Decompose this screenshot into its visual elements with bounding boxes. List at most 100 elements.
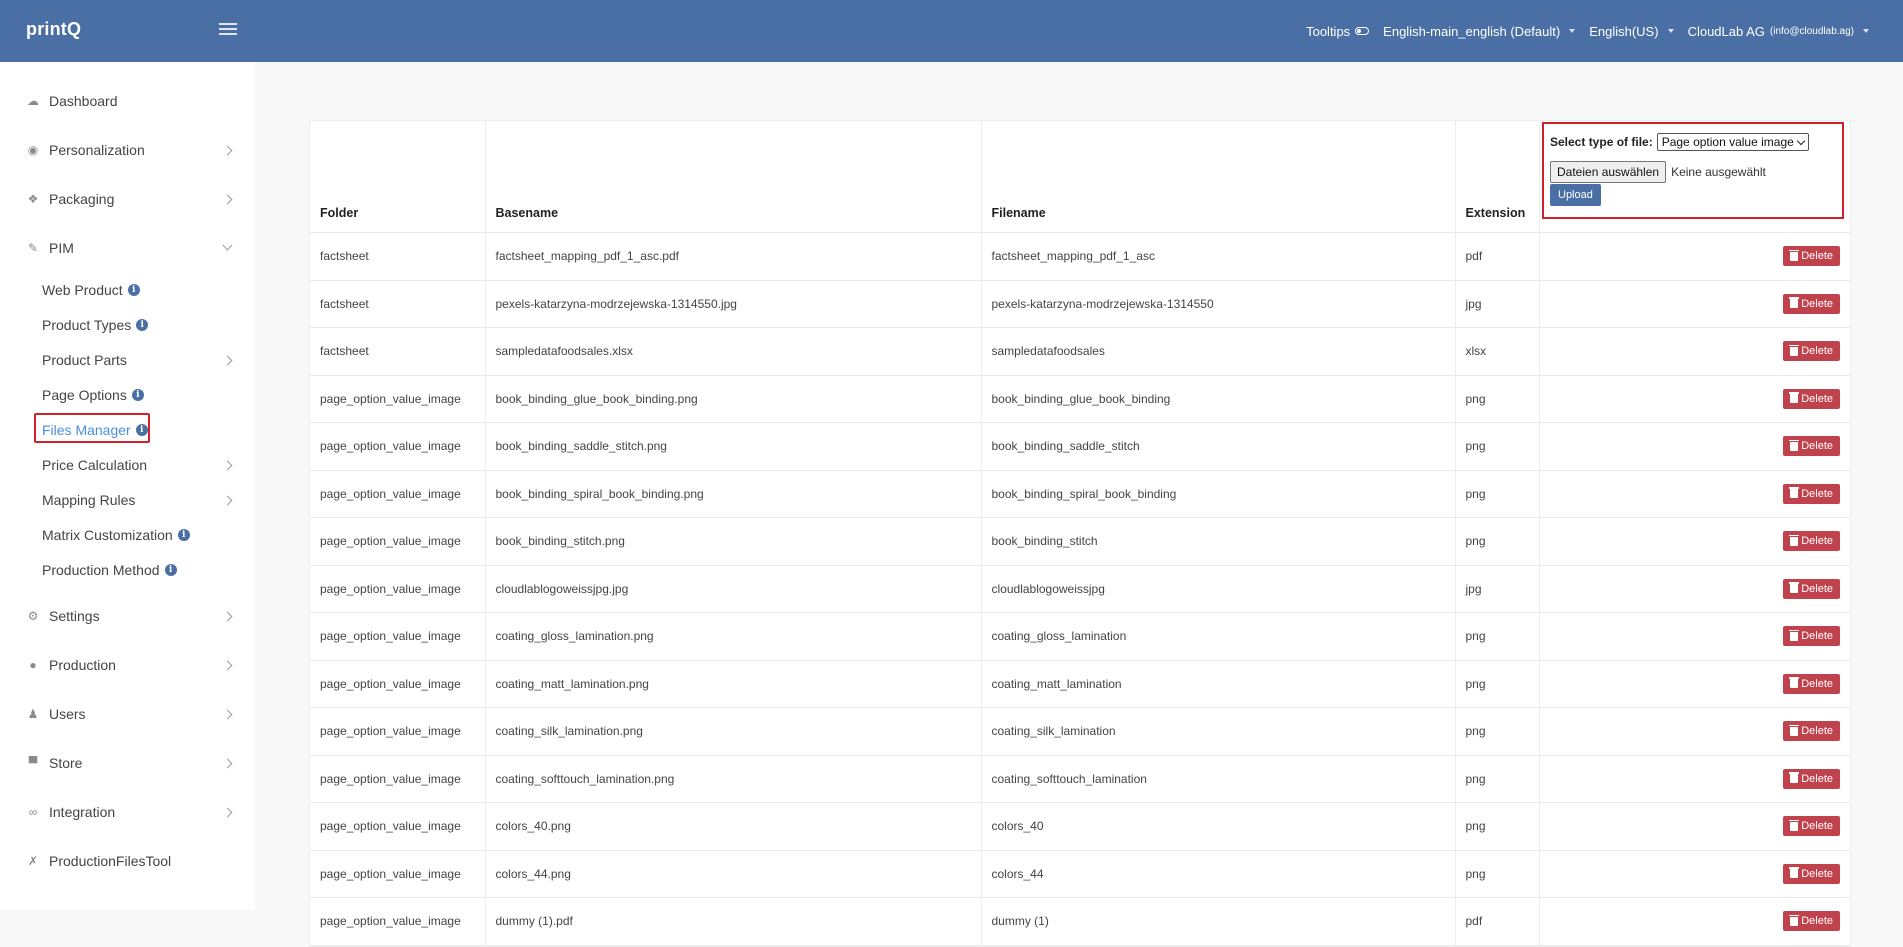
cell-basename: pexels-katarzyna-modrzejewska-1314550.jp…: [485, 280, 982, 328]
delete-label: Delete: [1801, 915, 1833, 928]
sidebar-subitem-production-method[interactable]: Production Method i: [42, 558, 231, 582]
sidebar-item-productionfilestool[interactable]: ✗ ProductionFilesTool: [26, 848, 231, 874]
sidebar-item-label: Settings: [49, 608, 100, 624]
trash-icon: [1789, 344, 1800, 356]
sidebar-item-dashboard[interactable]: ☁ Dashboard: [26, 88, 231, 114]
info-icon[interactable]: i: [127, 284, 140, 296]
cell-actions: Delete: [1539, 565, 1850, 613]
delete-button[interactable]: Delete: [1783, 246, 1840, 267]
locale-label: English(US): [1589, 23, 1659, 39]
sidebar-item-integration[interactable]: ∞ Integration: [26, 799, 233, 825]
delete-button[interactable]: Delete: [1783, 531, 1840, 552]
info-icon[interactable]: i: [131, 389, 144, 401]
chevron-down-icon: [222, 240, 233, 251]
locale-dropdown[interactable]: English(US): [1589, 23, 1674, 39]
production-icon: ●: [29, 658, 37, 672]
cell-filename: pexels-katarzyna-modrzejewska-1314550: [981, 280, 1456, 328]
sidebar-subitem-page-options[interactable]: Page Options i: [42, 383, 231, 407]
menu-toggle-icon[interactable]: [219, 20, 237, 38]
sidebar-item-settings[interactable]: ⚙ Settings: [26, 603, 233, 629]
pencil-icon: ✎: [27, 241, 39, 255]
toggle-icon[interactable]: [1355, 27, 1370, 35]
cell-filename: coating_silk_lamination: [981, 707, 1456, 756]
cell-actions: Delete: [1539, 897, 1850, 946]
cell-actions: Delete: [1539, 327, 1850, 376]
delete-button[interactable]: Delete: [1783, 388, 1840, 409]
delete-button[interactable]: Delete: [1783, 578, 1840, 599]
info-icon[interactable]: i: [164, 564, 177, 576]
column-header-extension[interactable]: Extension: [1455, 121, 1540, 233]
chevron-right-icon: [222, 460, 233, 470]
trash-icon: [1789, 582, 1800, 594]
cell-folder: page_option_value_image: [310, 612, 486, 661]
delete-label: Delete: [1801, 440, 1833, 453]
delete-button[interactable]: Delete: [1783, 483, 1840, 504]
link-icon: ∞: [28, 805, 38, 819]
cell-folder: page_option_value_image: [310, 470, 486, 518]
sidebar-subitem-product-types[interactable]: Product Types i: [42, 313, 231, 337]
delete-button[interactable]: Delete: [1783, 626, 1840, 647]
cell-extension: jpg: [1455, 280, 1540, 328]
cell-extension: pdf: [1455, 897, 1540, 946]
chevron-right-icon: [222, 807, 233, 817]
sidebar-item-pim[interactable]: ✎ PIM: [26, 235, 233, 261]
delete-button[interactable]: Delete: [1783, 721, 1840, 742]
table-row: page_option_value_image colors_40.png colo…: [310, 802, 1850, 851]
cart-icon: ▀: [28, 756, 38, 770]
delete-button[interactable]: Delete: [1783, 911, 1840, 932]
delete-button[interactable]: Delete: [1783, 436, 1840, 457]
cell-actions: Delete: [1539, 375, 1850, 423]
tooltips-label: Tooltips: [1306, 23, 1351, 39]
delete-label: Delete: [1801, 820, 1833, 833]
column-header-folder[interactable]: Folder: [310, 121, 486, 233]
sidebar-item-label: Integration: [49, 804, 116, 820]
cell-extension: png: [1455, 612, 1540, 661]
store-language-label: English-main_english (Default): [1383, 23, 1561, 39]
delete-label: Delete: [1801, 345, 1833, 358]
file-type-select[interactable]: Page option value image: [1656, 133, 1809, 151]
sidebar-subitem-web-product[interactable]: Web Product i: [42, 278, 231, 302]
cell-basename: book_binding_spiral_book_binding.png: [485, 470, 982, 518]
sidebar-subitem-mapping-rules[interactable]: Mapping Rules: [42, 488, 233, 512]
sidebar-item-store[interactable]: ▀ Store: [26, 750, 233, 776]
cell-actions: Delete: [1539, 470, 1850, 518]
account-dropdown[interactable]: CloudLab AG (info@cloudlab.ag): [1688, 24, 1869, 39]
cell-basename: dummy (1).pdf: [485, 897, 982, 946]
sidebar-subitem-product-parts[interactable]: Product Parts: [42, 348, 233, 372]
cell-extension: jpg: [1455, 565, 1540, 613]
delete-button[interactable]: Delete: [1783, 673, 1840, 694]
delete-button[interactable]: Delete: [1783, 863, 1840, 884]
table-row: page_option_value_image book_binding_sadd…: [310, 422, 1850, 471]
cell-filename: coating_softtouch_lamination: [981, 755, 1456, 803]
upload-button[interactable]: Upload: [1550, 184, 1601, 206]
sidebar-item-users[interactable]: ♟ Users: [26, 701, 233, 727]
delete-button[interactable]: Delete: [1783, 293, 1840, 314]
sidebar-subitem-label: Price Calculation: [42, 457, 148, 473]
trash-icon: [1789, 297, 1800, 309]
sidebar-subitem-price-calculation[interactable]: Price Calculation: [42, 453, 233, 477]
trash-icon: [1789, 487, 1800, 499]
delete-label: Delete: [1801, 392, 1833, 405]
column-header-basename[interactable]: Basename: [485, 121, 982, 233]
top-nav: Tooltips English-main_english (Default) …: [1306, 0, 1869, 62]
sidebar-item-personalization[interactable]: ◉ Personalization: [26, 137, 233, 163]
sidebar-item-packaging[interactable]: ❖ Packaging: [26, 186, 233, 212]
account-email: (info@cloudlab.ag): [1769, 25, 1854, 37]
sidebar-item-label: PIM: [49, 240, 74, 256]
choose-files-button[interactable]: Dateien auswählen: [1550, 161, 1667, 183]
files-table: Folder Basename Filename Extension facts…: [310, 121, 1850, 946]
delete-button[interactable]: Delete: [1783, 768, 1840, 789]
sidebar: ☁ Dashboard ◉ Personalization ❖ Packagin…: [0, 62, 255, 910]
delete-button[interactable]: Delete: [1783, 341, 1840, 362]
tooltips-toggle[interactable]: Tooltips: [1306, 23, 1370, 39]
sidebar-subitem-matrix-customization[interactable]: Matrix Customization i: [42, 523, 231, 547]
store-language-dropdown[interactable]: English-main_english (Default): [1383, 23, 1576, 39]
column-header-filename[interactable]: Filename: [981, 121, 1456, 233]
delete-button[interactable]: Delete: [1783, 816, 1840, 837]
app-logo[interactable]: printQ: [26, 19, 81, 40]
delete-label: Delete: [1801, 772, 1833, 785]
trash-icon: [1789, 819, 1800, 831]
info-icon[interactable]: i: [136, 319, 149, 331]
info-icon[interactable]: i: [177, 529, 190, 541]
sidebar-item-production[interactable]: ● Production: [26, 652, 233, 678]
